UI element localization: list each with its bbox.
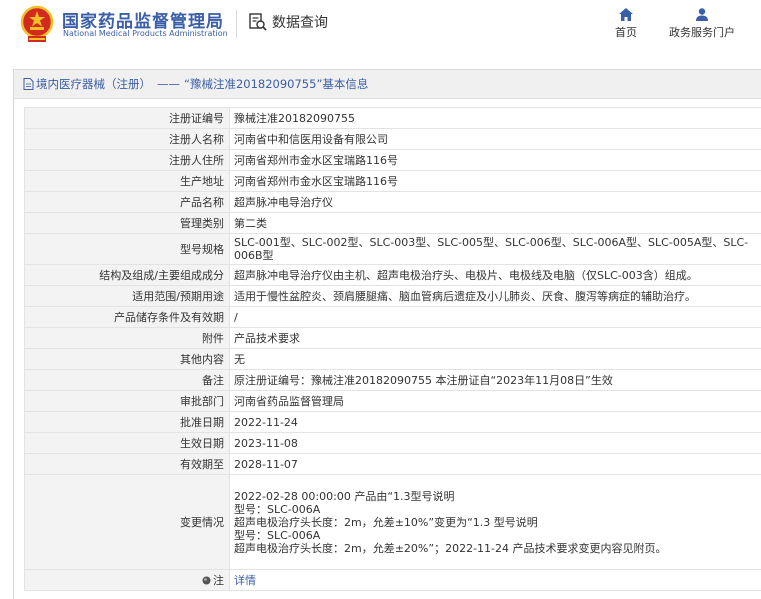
field-label: 有效期至	[24, 453, 230, 475]
table-row: 适用范围/预期用途 适用于慢性盆腔炎、颈肩腰腿痛、脑血管病后遗症及小儿肺炎、厌食、…	[24, 285, 761, 307]
content-panel: 境内医疗器械（注册） —— “豫械注准20182090755”基本信息 注册证编…	[13, 69, 761, 599]
table-row: 变更情况 2022-02-28 00:00:00 产品由“1.3型号说明 型号：S…	[24, 474, 761, 570]
table-row: 注册人住所 河南省郑州市金水区宝瑞路116号	[24, 149, 761, 171]
field-label: 注册证编号	[24, 107, 230, 129]
field-label: 型号规格	[24, 233, 230, 265]
table-row: 批准日期 2022-11-24	[24, 411, 761, 433]
magnifier-doc-icon	[249, 13, 267, 31]
field-value: 河南省郑州市金水区宝瑞路116号	[229, 149, 761, 171]
field-value: SLC-001型、SLC-002型、SLC-003型、SLC-005型、SLC-…	[229, 233, 761, 265]
header-divider	[236, 10, 237, 38]
field-value: 适用于慢性盆腔炎、颈肩腰腿痛、脑血管病后遗症及小儿肺炎、厌食、腹泻等病症的辅助治…	[229, 285, 761, 307]
field-value: 河南省药品监督管理局	[229, 390, 761, 412]
table-row: 生效日期 2023-11-08	[24, 432, 761, 454]
field-label: 注册人名称	[24, 128, 230, 150]
field-label: 注册人住所	[24, 149, 230, 171]
details-link[interactable]: 详情	[234, 574, 256, 587]
field-value: 2023-11-08	[229, 432, 761, 454]
nav-home-label: 首页	[615, 26, 637, 39]
table-row: 管理类别 第二类	[24, 212, 761, 234]
field-label: 适用范围/预期用途	[24, 285, 230, 307]
data-query-label: 数据查询	[272, 15, 328, 31]
field-label: 产品名称	[24, 191, 230, 213]
table-row: 注册证编号 豫械注准20182090755	[24, 107, 761, 129]
document-icon	[23, 78, 34, 90]
field-label: 生产地址	[24, 170, 230, 192]
field-value: 河南省中和信医用设备有限公司	[229, 128, 761, 150]
table-row: 审批部门 河南省药品监督管理局	[24, 390, 761, 412]
field-value: 2022-02-28 00:00:00 产品由“1.3型号说明 型号：SLC-0…	[229, 474, 761, 570]
table-row: 备注 原注册证编号：豫械注准20182090755 本注册证自“2023年11月0…	[24, 369, 761, 391]
field-value: 超声脉冲电导治疗仪	[229, 191, 761, 213]
breadcrumb-separator: ——	[157, 77, 180, 91]
data-query-link[interactable]: 数据查询	[248, 12, 328, 32]
field-label: 结构及组成/主要组成成分	[24, 264, 230, 286]
field-label: 批准日期	[24, 411, 230, 433]
field-label: 生效日期	[24, 432, 230, 454]
table-row: 产品名称 超声脉冲电导治疗仪	[24, 191, 761, 213]
table-row: 注册人名称 河南省中和信医用设备有限公司	[24, 128, 761, 150]
agency-name-en: National Medical Products Administration	[63, 29, 228, 38]
registration-info-table: 注册证编号 豫械注准20182090755 注册人名称 河南省中和信医用设备有限公司…	[24, 107, 761, 591]
nav-portal-label: 政务服务门户	[669, 26, 735, 39]
field-label: 产品储存条件及有效期	[24, 306, 230, 328]
table-row: 其他内容无	[24, 348, 761, 370]
table-row: 结构及组成/主要组成成分 超声脉冲电导治疗仪由主机、超声电极治疗头、电极片、电极线…	[24, 264, 761, 286]
field-label: 审批部门	[24, 390, 230, 412]
field-value: 详情	[229, 569, 761, 591]
field-label: 附件	[24, 327, 230, 349]
field-value: /	[229, 306, 761, 328]
field-label: 注	[24, 569, 230, 591]
field-value: 超声脉冲电导治疗仪由主机、超声电极治疗头、电极片、电极线及电脑（仅SLC-003…	[229, 264, 761, 286]
field-value: 原注册证编号：豫械注准20182090755 本注册证自“2023年11月08日…	[229, 369, 761, 391]
note-label: 注	[213, 574, 224, 587]
field-value: 第二类	[229, 212, 761, 234]
field-label: 其他内容	[24, 348, 230, 370]
field-value: 2022-11-24	[229, 411, 761, 433]
table-row: 注 详情	[24, 569, 761, 591]
table-row: 型号规格 SLC-001型、SLC-002型、SLC-003型、SLC-005型、…	[24, 233, 761, 265]
site-header: 国家药品监督管理局 National Medical Products Admi…	[0, 0, 761, 58]
table-row: 附件 产品技术要求	[24, 327, 761, 349]
breadcrumb-category-link[interactable]: 境内医疗器械（注册）	[36, 76, 151, 92]
breadcrumb: 境内医疗器械（注册） —— “豫械注准20182090755”基本信息	[14, 70, 761, 99]
field-label: 备注	[24, 369, 230, 391]
table-row: 产品储存条件及有效期 /	[24, 306, 761, 328]
field-label: 变更情况	[24, 474, 230, 570]
field-value: 2028-11-07	[229, 453, 761, 475]
home-icon	[619, 8, 633, 21]
nav-service-portal[interactable]: 政务服务门户	[662, 8, 742, 40]
table-row: 生产地址 河南省郑州市金水区宝瑞路116号	[24, 170, 761, 192]
globe-icon	[202, 576, 211, 585]
field-value: 河南省郑州市金水区宝瑞路116号	[229, 170, 761, 192]
nav-home[interactable]: 首页	[586, 8, 666, 40]
record-title: “豫械注准20182090755”基本信息	[184, 77, 369, 91]
field-value: 豫械注准20182090755	[229, 107, 761, 129]
field-label: 管理类别	[24, 212, 230, 234]
table-row: 有效期至 2028-11-07	[24, 453, 761, 475]
field-value: 产品技术要求	[229, 327, 761, 349]
national-emblem-icon	[20, 5, 54, 42]
field-value: 无	[229, 348, 761, 370]
user-icon	[696, 8, 708, 21]
